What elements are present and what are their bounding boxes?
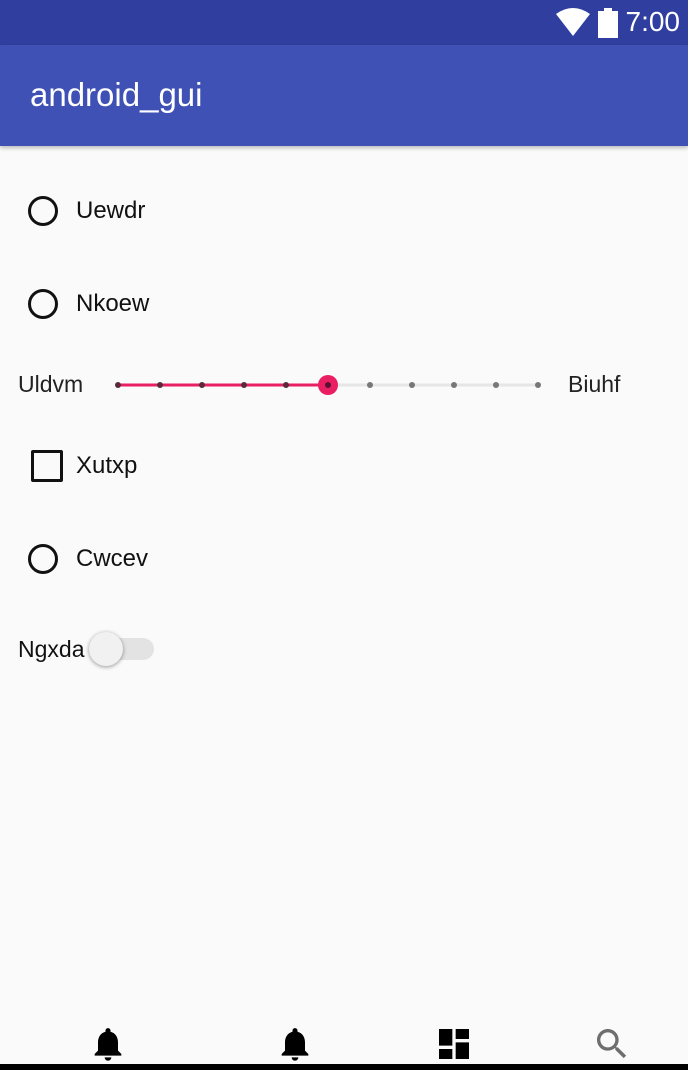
radio-nkoew-label[interactable]: Nkoew — [76, 289, 149, 319]
switch-thumb[interactable] — [89, 632, 123, 666]
slider-tick — [535, 382, 541, 388]
nav-dashboard[interactable] — [434, 1024, 474, 1064]
checkbox-xutxp[interactable] — [31, 450, 63, 482]
checkbox-xutxp-label[interactable]: Xutxp — [76, 451, 137, 481]
slider-tick — [409, 382, 415, 388]
radio-cwcev[interactable] — [28, 544, 58, 574]
system-navigation-bar — [0, 1064, 688, 1070]
slider-tick — [493, 382, 499, 388]
discrete-slider[interactable] — [110, 370, 550, 400]
wifi-icon — [556, 8, 590, 41]
battery-icon — [598, 8, 618, 43]
status-time: 7:00 — [625, 6, 681, 37]
radio-nkoew[interactable] — [28, 289, 58, 319]
slider-tick — [199, 382, 205, 388]
slider-thumb-dot — [325, 382, 331, 388]
slider-min-label: Uldvm — [18, 371, 84, 397]
slider-tick — [241, 382, 247, 388]
slider-tick — [157, 382, 163, 388]
slider-tick — [283, 382, 289, 388]
nav-search[interactable] — [592, 1024, 632, 1064]
slider-tick — [367, 382, 373, 388]
radio-cwcev-label[interactable]: Cwcev — [76, 544, 148, 574]
app-bar: android_gui — [0, 45, 688, 146]
radio-uewdr-label[interactable]: Uewdr — [76, 196, 145, 226]
app-title: android_gui — [30, 76, 203, 113]
nav-notifications-2[interactable] — [275, 1024, 315, 1064]
slider-tick — [115, 382, 121, 388]
status-bar: 7:00 — [0, 0, 688, 45]
slider-tick — [451, 382, 457, 388]
bottom-navigation — [0, 1010, 688, 1064]
switch-label: Ngxda — [18, 636, 85, 662]
nav-notifications-1[interactable] — [88, 1024, 128, 1064]
radio-uewdr[interactable] — [28, 196, 58, 226]
slider-max-label: Biuhf — [568, 371, 621, 397]
